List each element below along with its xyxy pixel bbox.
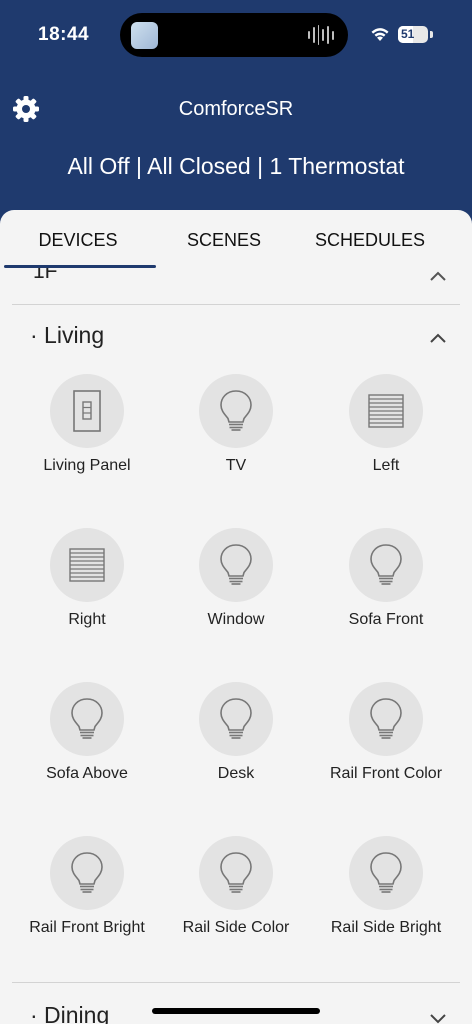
device-tile[interactable]: Rail Side Color: [161, 836, 311, 966]
home-indicator[interactable]: [152, 1008, 320, 1014]
light-bulb-icon: [199, 528, 273, 602]
device-label: Rail Front Color: [329, 765, 443, 782]
device-tile[interactable]: Sofa Above: [12, 682, 162, 812]
section-label-living: · Living: [30, 322, 105, 348]
device-label: Sofa Front: [348, 611, 424, 628]
device-tile[interactable]: TV: [161, 374, 311, 504]
device-tile[interactable]: Rail Front Bright: [12, 836, 162, 966]
light-bulb-icon: [199, 682, 273, 756]
light-bulb-icon: [50, 836, 124, 910]
battery-nub: [430, 31, 433, 38]
device-tile[interactable]: Rail Side Bright: [311, 836, 461, 966]
battery-level: 51: [401, 27, 415, 41]
tab-bar: DEVICES SCENES SCHEDULES: [0, 210, 472, 268]
light-bulb-icon: [199, 836, 273, 910]
dynamic-island[interactable]: [120, 13, 348, 57]
devices-sheet: DEVICES SCENES SCHEDULES 1F · Living Liv…: [0, 210, 472, 1024]
device-label: Desk: [217, 765, 255, 782]
device-label: Right: [68, 611, 106, 628]
section-divider: [12, 304, 460, 305]
section-divider: [12, 982, 460, 983]
device-label: Living Panel: [43, 457, 131, 474]
device-tile[interactable]: Living Panel: [12, 374, 162, 504]
light-bulb-icon: [349, 836, 423, 910]
light-bulb-icon: [50, 682, 124, 756]
device-label: Sofa Above: [46, 765, 128, 782]
section-label-1f: 1F: [33, 268, 58, 283]
panel-switch-icon: [50, 374, 124, 448]
device-tile[interactable]: Rail Front Color: [311, 682, 461, 812]
device-label: Rail Side Color: [182, 919, 290, 936]
app-header: 18:44 51 ComforceSR All Off | All Closed…: [0, 0, 472, 230]
device-label: Rail Side Bright: [330, 919, 442, 936]
app-title: ComforceSR: [178, 98, 294, 120]
light-bulb-icon: [199, 374, 273, 448]
device-label: Rail Front Bright: [29, 919, 145, 936]
light-bulb-icon: [349, 682, 423, 756]
chevron-up-icon: [430, 333, 446, 343]
now-playing-artwork: [131, 22, 158, 49]
wifi-icon: [371, 28, 389, 41]
status-time: 18:44: [38, 24, 90, 45]
status-summary: All Off | All Closed | 1 Thermostat: [67, 153, 405, 179]
light-bulb-icon: [349, 528, 423, 602]
device-tile[interactable]: Right: [12, 528, 162, 658]
device-tile[interactable]: Window: [161, 528, 311, 658]
device-label: Left: [372, 457, 400, 474]
audio-waveform-icon: [308, 25, 334, 45]
tab-schedules[interactable]: SCHEDULES: [292, 230, 448, 251]
blinds-icon: [50, 528, 124, 602]
device-tile[interactable]: Sofa Front: [311, 528, 461, 658]
section-label-dining: · Dining: [30, 1002, 110, 1024]
battery-indicator: 51: [398, 26, 428, 43]
section-header-living[interactable]: · Living: [0, 314, 472, 358]
tab-scenes[interactable]: SCENES: [156, 230, 292, 251]
device-tile[interactable]: Desk: [161, 682, 311, 812]
blinds-icon: [349, 374, 423, 448]
device-label: Window: [207, 611, 265, 628]
chevron-down-icon: [430, 1014, 446, 1024]
device-label: TV: [225, 457, 247, 474]
status-bar: 18:44 51: [0, 0, 472, 70]
chevron-up-icon: [430, 271, 446, 281]
section-header-1f[interactable]: 1F: [0, 268, 472, 304]
device-tile[interactable]: Left: [311, 374, 461, 504]
tab-devices[interactable]: DEVICES: [0, 230, 156, 251]
